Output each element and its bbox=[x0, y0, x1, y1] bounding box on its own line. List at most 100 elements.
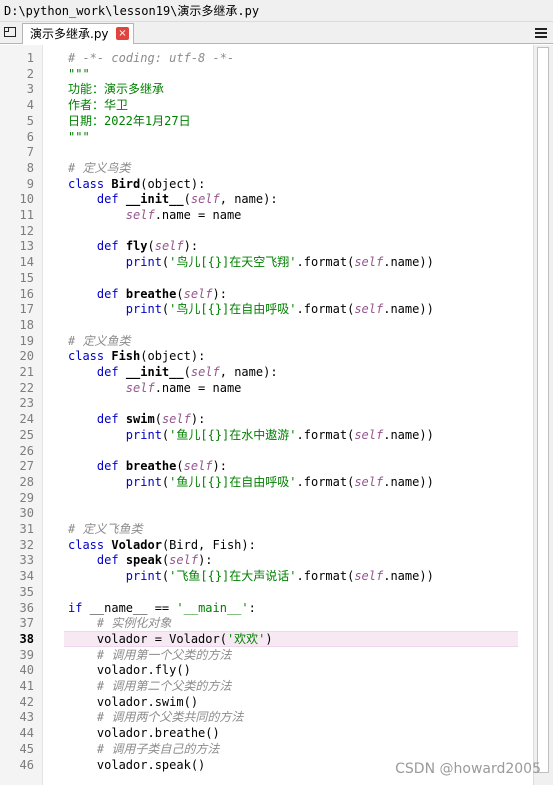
code-text: volador.speak() bbox=[68, 757, 205, 773]
line-number: 43 bbox=[19, 710, 34, 725]
code-text: self.name = name bbox=[68, 380, 242, 396]
line-number: 11 bbox=[19, 208, 34, 222]
code-token: .format( bbox=[296, 474, 355, 489]
code-token: volador.speak() bbox=[68, 757, 206, 772]
line-number: 20 bbox=[19, 349, 34, 364]
code-token: ( bbox=[147, 239, 155, 254]
line-number: 6 bbox=[26, 129, 34, 144]
code-line[interactable]: 29 bbox=[0, 490, 553, 506]
code-text: # 调用两个父类共同的方法 bbox=[68, 709, 243, 725]
line-number: 14 bbox=[19, 255, 34, 270]
code-line[interactable]: 9 class Bird(object): bbox=[0, 176, 553, 192]
tab-bar: 演示多继承.py × bbox=[0, 22, 553, 44]
code-token: breathe bbox=[125, 459, 177, 474]
code-line[interactable]: 5 日期：2022年1月27日 bbox=[0, 113, 553, 129]
code-line[interactable]: 7 bbox=[0, 144, 553, 160]
code-line[interactable]: 45 # 调用子类自己的方法 bbox=[0, 741, 553, 757]
code-line[interactable]: 25 print('鱼儿[{}]在水中遨游'.format(self.name)… bbox=[0, 427, 553, 443]
code-line[interactable]: 14 print('鸟儿[{}]在天空飞翔'.format(self.name)… bbox=[0, 254, 553, 270]
code-line[interactable]: 44 volador.breathe() bbox=[0, 725, 553, 741]
code-line[interactable]: 13 def fly(self): bbox=[0, 238, 553, 254]
window-icon[interactable] bbox=[4, 27, 16, 37]
code-line[interactable]: 38 volador = Volador('欢欢') bbox=[0, 630, 553, 647]
code-token: self bbox=[183, 286, 213, 301]
line-number: 9 bbox=[26, 176, 34, 191]
menu-icon[interactable] bbox=[535, 28, 547, 38]
code-line[interactable]: 33 def speak(self): bbox=[0, 552, 553, 568]
code-line[interactable]: 31 # 定义飞鱼类 bbox=[0, 521, 553, 537]
code-line[interactable]: 2 """ bbox=[0, 66, 553, 82]
code-line[interactable]: 35 bbox=[0, 584, 553, 600]
window-path: D:\python_work\lesson19\演示多继承.py bbox=[4, 4, 260, 18]
line-number: 44 bbox=[19, 726, 34, 741]
code-line[interactable]: 30 bbox=[0, 505, 553, 521]
code-line[interactable]: 20 class Fish(object): bbox=[0, 348, 553, 364]
code-line[interactable]: 23 bbox=[0, 395, 553, 411]
code-line[interactable]: 26 bbox=[0, 443, 553, 459]
code-text: def __init__(self, name): bbox=[68, 364, 278, 380]
code-line[interactable]: 28 print('鱼儿[{}]在自由呼吸'.format(self.name)… bbox=[0, 474, 553, 490]
code-line[interactable]: 22 self.name = name bbox=[0, 380, 553, 396]
code-token: # 定义鱼类 bbox=[68, 333, 131, 348]
code-line[interactable]: 19 # 定义鱼类 bbox=[0, 333, 553, 349]
code-line[interactable]: 3 功能：演示多继承 bbox=[0, 81, 553, 97]
code-token: Bird bbox=[111, 176, 141, 191]
line-number: 46 bbox=[19, 757, 34, 772]
code-line[interactable]: 10 def __init__(self, name): bbox=[0, 191, 553, 207]
code-line[interactable]: 24 def swim(self): bbox=[0, 411, 553, 427]
code-line[interactable]: 15 bbox=[0, 270, 553, 286]
line-number: 28 bbox=[19, 474, 34, 489]
code-token: fly bbox=[125, 239, 148, 254]
code-line[interactable]: 17 print('鸟儿[{}]在自由呼吸'.format(self.name)… bbox=[0, 301, 553, 317]
code-line[interactable]: 43 # 调用两个父类共同的方法 bbox=[0, 709, 553, 725]
line-number: 36 bbox=[19, 600, 34, 615]
code-line[interactable]: 39 # 调用第一个父类的方法 bbox=[0, 647, 553, 663]
code-line[interactable]: 4 作者：华卫 bbox=[0, 97, 553, 113]
code-line[interactable]: 8 # 定义鸟类 bbox=[0, 160, 553, 176]
code-token: .name)) bbox=[383, 474, 434, 489]
code-text: 功能：演示多继承 bbox=[68, 81, 164, 97]
code-line[interactable]: 12 bbox=[0, 223, 553, 239]
code-line[interactable]: 27 def breathe(self): bbox=[0, 458, 553, 474]
line-number: 32 bbox=[19, 537, 34, 552]
code-line[interactable]: 6 """ bbox=[0, 129, 553, 145]
code-line[interactable]: 42 volador.swim() bbox=[0, 694, 553, 710]
code-line[interactable]: 36 if __name__ == '__main__': bbox=[0, 600, 553, 616]
code-line[interactable]: 34 print('飞鱼[{}]在大声说话'.format(self.name)… bbox=[0, 568, 553, 584]
code-token: , name): bbox=[219, 192, 278, 207]
code-token: self bbox=[190, 365, 220, 379]
code-text: def swim(self): bbox=[68, 411, 205, 427]
code-line[interactable]: 40 volador.fly() bbox=[0, 662, 553, 678]
vertical-scrollbar[interactable] bbox=[533, 45, 553, 785]
code-token: (object): bbox=[140, 176, 206, 191]
code-token: 功能：演示多继承 bbox=[68, 82, 165, 97]
scrollbar-thumb[interactable] bbox=[537, 47, 549, 773]
line-number: 38 bbox=[19, 631, 34, 646]
code-editor[interactable]: 1 # -*- coding: utf-8 -*- 2 """ 3 功能：演示多继承 4 作者… bbox=[0, 45, 553, 785]
code-text: # -*- coding: utf-8 -*- bbox=[68, 50, 234, 66]
code-line[interactable]: 41 # 调用第二个父类的方法 bbox=[0, 678, 553, 694]
code-token: """ bbox=[68, 129, 90, 144]
code-line[interactable]: 32 class Volador(Bird, Fish): bbox=[0, 537, 553, 553]
code-token: def bbox=[96, 239, 126, 254]
line-number: 13 bbox=[19, 239, 34, 254]
code-line[interactable]: 16 def breathe(self): bbox=[0, 286, 553, 302]
code-token: self bbox=[169, 553, 199, 568]
close-icon[interactable]: × bbox=[116, 27, 129, 40]
line-number: 33 bbox=[19, 553, 34, 568]
code-line[interactable]: 18 bbox=[0, 317, 553, 333]
code-token: self bbox=[183, 459, 213, 474]
code-token: .name)) bbox=[383, 427, 434, 442]
line-number: 23 bbox=[19, 396, 34, 411]
code-line[interactable]: 37 # 实例化对象 bbox=[0, 615, 553, 631]
code-token: '飞鱼[{}]在大声说话' bbox=[169, 569, 297, 584]
code-token: ( bbox=[183, 192, 191, 207]
code-line[interactable]: 11 self.name = name bbox=[0, 207, 553, 223]
code-token: .name = name bbox=[154, 208, 242, 222]
code-line[interactable]: 1 # -*- coding: utf-8 -*- bbox=[0, 50, 553, 66]
code-line[interactable]: 21 def __init__(self, name): bbox=[0, 364, 553, 380]
tab-file[interactable]: 演示多继承.py × bbox=[22, 23, 134, 44]
line-number: 24 bbox=[19, 412, 34, 427]
